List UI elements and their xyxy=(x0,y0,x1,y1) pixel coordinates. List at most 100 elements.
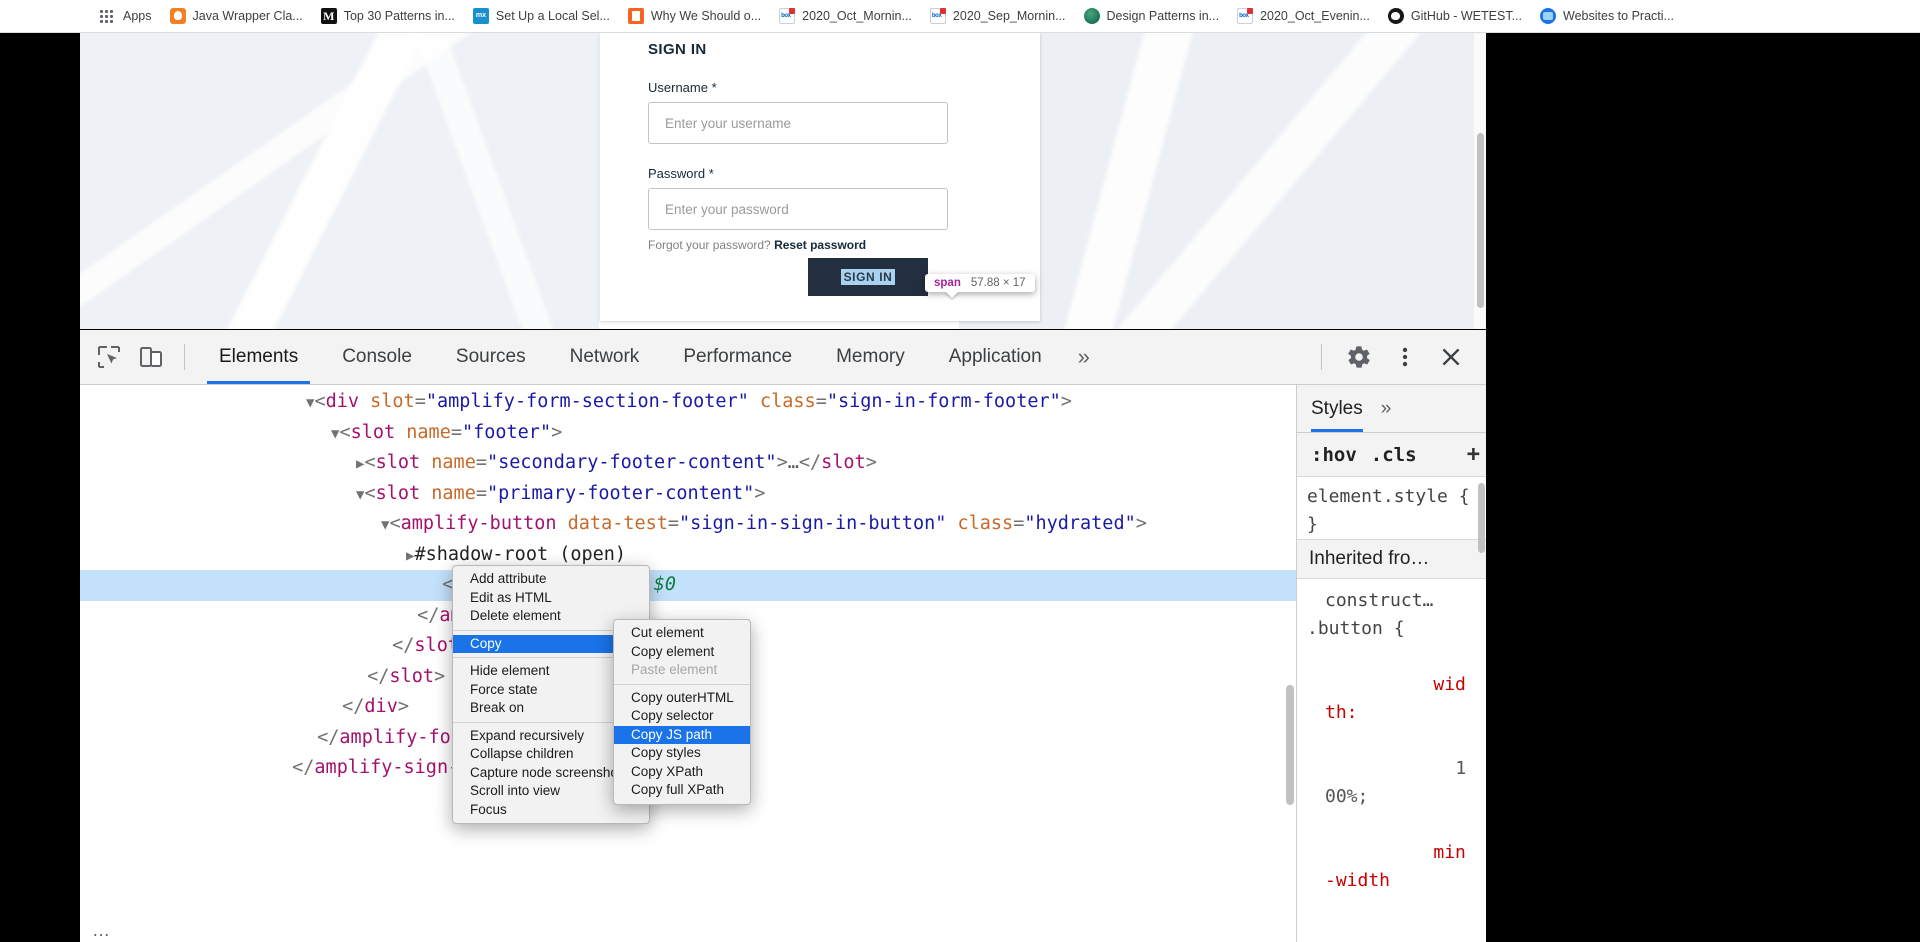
dom-token: slot xyxy=(350,421,396,443)
dom-token: "secondary-footer-content" xyxy=(486,452,777,473)
inherited-from-header: Inherited fro… xyxy=(1297,539,1486,579)
styles-scrollbar-thumb[interactable] xyxy=(1478,483,1485,553)
css-value-width[interactable]: 100%; xyxy=(1325,758,1466,807)
css-prop-width[interactable]: width: xyxy=(1325,674,1466,723)
more-tabs-icon[interactable]: » xyxy=(1064,344,1104,370)
bookmark-item-label: Websites to Practi... xyxy=(1563,9,1674,23)
screen-root: Apps Java Wrapper Cla... M Top 30 Patterns… xyxy=(0,0,1920,942)
bookmark-item[interactable]: Java Wrapper Cla... xyxy=(162,4,311,28)
dom-node-row[interactable]: ▼<amplify-button data-test="sign-in-sign… xyxy=(80,509,1296,540)
tab-memory[interactable]: Memory xyxy=(814,330,927,384)
bookmark-item[interactable]: 2020_Oct_Mornin... xyxy=(771,4,920,28)
page-scrollbar[interactable] xyxy=(1474,33,1486,329)
copy-submenu-item[interactable]: Cut element xyxy=(614,624,750,643)
dom-token: </ xyxy=(798,452,822,473)
tab-network[interactable]: Network xyxy=(548,330,662,384)
element-style-rule[interactable]: element.style { } xyxy=(1297,477,1486,539)
dom-token: #shadow-root (open) xyxy=(414,543,627,565)
sign-in-button[interactable]: SIGN IN xyxy=(808,258,928,296)
copy-submenu-item: Paste element xyxy=(631,662,718,677)
styles-filter-bar: :hov .cls + xyxy=(1297,433,1486,553)
copy-submenu-item[interactable]: Copy styles xyxy=(614,744,750,763)
bookmark-apps-label: Apps xyxy=(123,9,152,23)
dom-token xyxy=(557,513,568,534)
medium-icon: M xyxy=(320,8,337,24)
context-menu-item-label: Focus xyxy=(470,801,507,817)
styles-more-icon[interactable]: » xyxy=(1381,398,1392,420)
reset-password-link[interactable]: Reset password xyxy=(774,238,866,252)
context-menu-item-label: Collapse children xyxy=(470,746,574,761)
copy-submenu-item[interactable]: Copy JS path xyxy=(614,725,750,744)
close-devtools-icon[interactable] xyxy=(1430,336,1472,378)
tab-performance[interactable]: Performance xyxy=(661,330,814,384)
dom-token: "primary-footer-content" xyxy=(486,482,755,504)
bookmark-apps[interactable]: Apps xyxy=(92,4,160,28)
button-rule-selector[interactable]: .button { xyxy=(1297,615,1486,643)
bookmark-item[interactable]: Why We Should o... xyxy=(620,4,769,28)
dom-token: > xyxy=(433,665,446,687)
bookmark-item[interactable]: 2020_Sep_Mornin... xyxy=(922,4,1074,28)
dom-token xyxy=(749,391,760,412)
password-input[interactable] xyxy=(648,188,948,230)
bookmark-item-label: Design Patterns in... xyxy=(1106,9,1220,23)
sign-in-button-wrap: SIGN IN xyxy=(808,258,928,296)
box-icon xyxy=(1237,8,1254,24)
bookmark-item-label: 2020_Oct_Mornin... xyxy=(802,9,912,23)
github-icon xyxy=(1387,8,1404,24)
css-declarations[interactable]: width: 100%; min-width xyxy=(1297,643,1486,923)
tab-console[interactable]: Console xyxy=(320,330,434,384)
dom-token: = xyxy=(450,421,462,443)
copy-submenu-item[interactable]: Copy full XPath xyxy=(614,781,750,800)
dom-node-row[interactable]: ▼<slot name="primary-footer-content"> xyxy=(80,479,1296,510)
devtools-tabs: Elements Console Sources Network Performance… xyxy=(197,330,1064,384)
overflow-menu-icon[interactable] xyxy=(1384,336,1426,378)
css-prop-min-width[interactable]: min-width xyxy=(1325,842,1466,891)
mx-icon: mx xyxy=(472,8,489,24)
context-menu-item[interactable]: Edit as HTML xyxy=(453,589,649,608)
hov-toggle[interactable]: :hov xyxy=(1311,444,1357,466)
node-menu-button[interactable]: … xyxy=(92,915,111,942)
tab-sources[interactable]: Sources xyxy=(434,330,548,384)
copy-submenu-item[interactable]: Copy element xyxy=(614,643,750,662)
bookmark-item[interactable]: mx Set Up a Local Sel... xyxy=(465,4,618,28)
dom-token: < xyxy=(364,452,376,473)
bookmark-item[interactable]: Design Patterns in... xyxy=(1076,4,1228,28)
inspect-element-icon[interactable] xyxy=(88,336,130,378)
copy-submenu-item[interactable]: Copy selector xyxy=(614,707,750,726)
inspector-tooltip: span 57.88 × 17 xyxy=(925,274,1035,292)
dom-token: = xyxy=(475,452,487,473)
tab-styles[interactable]: Styles xyxy=(1311,385,1363,432)
page-scrollbar-thumb[interactable] xyxy=(1477,133,1484,308)
new-style-rule-button[interactable]: + xyxy=(1467,442,1480,467)
dom-node-row-selected[interactable]: <span>…</span> == $0 xyxy=(80,570,1296,601)
tab-application[interactable]: Application xyxy=(927,330,1064,384)
bookmark-item[interactable]: M Top 30 Patterns in... xyxy=(313,4,463,28)
context-menu-item-label: Hide element xyxy=(470,663,550,678)
bookmark-item[interactable]: Websites to Practi... xyxy=(1532,4,1682,28)
username-input[interactable] xyxy=(648,102,948,144)
constructed-stylesheet-label[interactable]: construct… xyxy=(1297,579,1486,615)
dom-token xyxy=(420,452,431,473)
copy-submenu-item[interactable]: Copy outerHTML xyxy=(614,689,750,708)
dom-token: amplify-button xyxy=(400,513,557,534)
dom-node-row[interactable]: ▶#shadow-root (open) xyxy=(80,540,1296,571)
tab-elements[interactable]: Elements xyxy=(197,330,320,384)
dom-node-row[interactable]: ▼<div slot="amplify-form-section-footer"… xyxy=(80,387,1296,418)
dom-token: < xyxy=(339,421,351,443)
context-menu-item[interactable]: Add attribute xyxy=(453,570,649,589)
dom-token: = xyxy=(667,513,680,534)
copy-submenu-item[interactable]: Copy XPath xyxy=(614,763,750,782)
dom-token: name xyxy=(431,452,476,473)
cls-toggle[interactable]: .cls xyxy=(1371,444,1417,466)
dom-node-row[interactable]: ▼<slot name="footer"> xyxy=(80,418,1296,449)
dom-node-row[interactable]: ▶<slot name="secondary-footer-content">…… xyxy=(80,448,1296,479)
device-toolbar-icon[interactable] xyxy=(130,336,172,378)
dom-token: </ xyxy=(367,665,390,687)
gear-icon[interactable] xyxy=(1338,336,1380,378)
context-menu-item-label: Copy xyxy=(470,635,502,651)
bookmark-item[interactable]: GitHub - WETEST... xyxy=(1380,4,1530,28)
bookmark-item[interactable]: 2020_Oct_Evenin... xyxy=(1229,4,1378,28)
devtools-toolbar: Elements Console Sources Network Performance… xyxy=(80,330,1486,385)
dom-token: div xyxy=(325,391,359,412)
bookmark-item-label: Why We Should o... xyxy=(650,9,762,23)
